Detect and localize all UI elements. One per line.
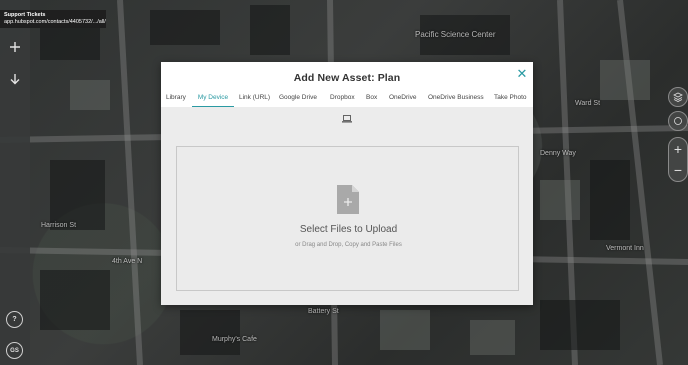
map-label: Ward St bbox=[575, 100, 601, 107]
compass-button[interactable] bbox=[668, 111, 688, 131]
arrow-down-icon bbox=[10, 74, 20, 85]
tab-box[interactable]: Box bbox=[366, 92, 377, 107]
drop-zone-title: Select Files to Upload bbox=[299, 224, 398, 235]
map-label: Pacific Science Center bbox=[415, 30, 496, 39]
tab-onedrive[interactable]: OneDrive bbox=[389, 92, 416, 107]
layers-icon bbox=[673, 92, 683, 102]
close-icon: ✕ bbox=[516, 66, 528, 81]
laptop-icon bbox=[342, 115, 352, 123]
zoom-control: + − bbox=[668, 137, 688, 182]
map-label: Murphy's Cafe bbox=[212, 336, 257, 343]
tooltip-title: Support Tickets bbox=[4, 12, 46, 18]
user-avatar-button[interactable]: GS bbox=[6, 342, 23, 359]
tab-onedrive-business[interactable]: OneDrive Business bbox=[428, 92, 484, 107]
tab-google-drive[interactable]: Google Drive bbox=[279, 92, 317, 107]
map-label: Battery St bbox=[308, 308, 339, 315]
add-asset-modal: Add New Asset: Plan ✕ Library My Device … bbox=[161, 62, 533, 305]
zoom-in-button[interactable]: + bbox=[669, 138, 687, 159]
tooltip-url: app.hubspot.com/contacts/4405732/.../all… bbox=[4, 19, 106, 25]
help-button[interactable]: ? bbox=[6, 311, 23, 328]
tab-take-photo[interactable]: Take Photo bbox=[494, 92, 527, 107]
help-label: ? bbox=[12, 316, 17, 323]
modal-header: Add New Asset: Plan ✕ Library My Device … bbox=[161, 62, 533, 107]
file-add-icon bbox=[337, 185, 359, 214]
left-toolbar: ? GS bbox=[0, 0, 30, 365]
map-label: Denny Way bbox=[540, 150, 576, 157]
drop-zone-subtitle: or Drag and Drop, Copy and Paste Files bbox=[295, 242, 402, 248]
tab-dropbox[interactable]: Dropbox bbox=[330, 92, 355, 107]
avatar-initials: GS bbox=[10, 347, 19, 354]
layers-button[interactable] bbox=[668, 87, 688, 107]
close-button[interactable]: ✕ bbox=[515, 67, 529, 81]
tab-library[interactable]: Library bbox=[166, 92, 186, 107]
tab-tooltip: Support Tickets app.hubspot.com/contacts… bbox=[0, 10, 106, 28]
map-label: Vermont Inn bbox=[606, 245, 644, 252]
compass-icon bbox=[674, 117, 682, 125]
download-button[interactable] bbox=[4, 68, 26, 90]
tab-link-url[interactable]: Link (URL) bbox=[239, 92, 270, 107]
source-tabs: Library My Device Link (URL) Google Driv… bbox=[161, 92, 533, 107]
add-button[interactable] bbox=[4, 36, 26, 58]
map-label: 4th Ave N bbox=[112, 258, 143, 265]
plus-icon bbox=[10, 42, 20, 52]
file-drop-zone[interactable]: Select Files to Upload or Drag and Drop,… bbox=[176, 146, 519, 291]
modal-title: Add New Asset: Plan bbox=[293, 72, 401, 84]
tab-my-device[interactable]: My Device bbox=[192, 92, 234, 107]
map-label: Harrison St bbox=[41, 222, 77, 229]
zoom-out-button[interactable]: − bbox=[669, 159, 687, 180]
